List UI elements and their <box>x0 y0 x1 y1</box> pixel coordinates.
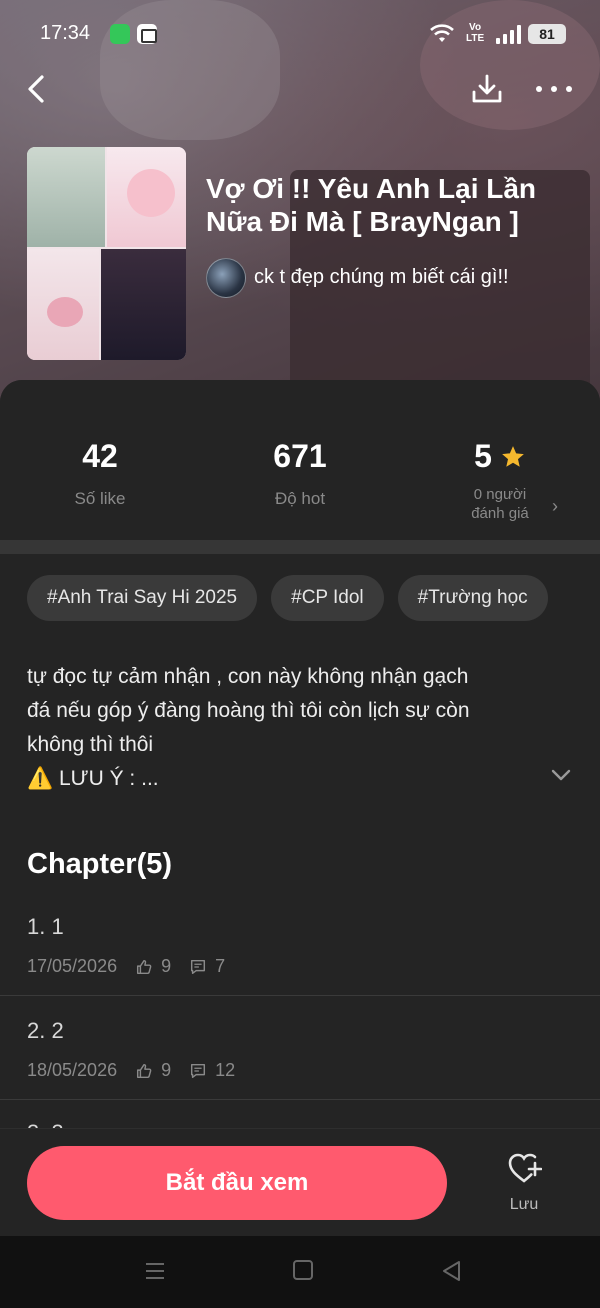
story-cover-image <box>27 147 186 360</box>
chapter-meta: 17/05/2026 9 7 <box>27 956 225 977</box>
chevron-down-icon[interactable] <box>548 765 574 785</box>
chapter-title: 2. 2 <box>27 1018 64 1043</box>
chapter-title[interactable]: 3. 3 <box>27 1120 64 1128</box>
stats-section: 42 Số like 671 Độ hot 5 0 người đánh giá… <box>0 380 600 540</box>
chapter-date: 18/05/2026 <box>27 1060 118 1080</box>
description-line: không thì thôi <box>27 733 154 756</box>
chapter-title: 1. 1 <box>27 914 64 939</box>
more-icon[interactable] <box>536 76 572 102</box>
author-name[interactable]: ck t đẹp chúng m biết cái gì!! <box>254 266 509 289</box>
wifi-icon <box>430 24 454 42</box>
story-title: Vợ Ơi !! Yêu Anh Lại Lần Nữa Đi Mà [ Bra… <box>206 173 537 237</box>
download-icon[interactable] <box>470 72 504 106</box>
rating-value: 5 <box>474 438 492 474</box>
section-divider <box>0 540 600 554</box>
thumbs-up-icon <box>135 958 153 976</box>
likes-value: 42 <box>82 438 118 474</box>
chapter-comments: 12 <box>215 1060 236 1080</box>
author-avatar[interactable] <box>206 258 246 298</box>
tag-chip[interactable]: #Anh Trai Say Hi 2025 <box>27 575 258 621</box>
start-reading-button[interactable]: Bắt đầu xem <box>27 1146 447 1220</box>
description-line: đá nếu góp ý đàng hoàng thì tôi còn lịch… <box>27 699 470 722</box>
battery-indicator: 81 <box>528 24 566 44</box>
home-icon[interactable] <box>293 1260 313 1280</box>
status-bar: 17:34 Vo LTE 81 <box>0 0 600 68</box>
back-icon[interactable] <box>22 72 52 106</box>
hot-label: Độ hot <box>274 489 326 508</box>
hot-stat: 671 Độ hot <box>200 438 400 509</box>
system-back-icon[interactable] <box>440 1259 462 1283</box>
app-notification-icon <box>110 24 130 44</box>
chapter-row[interactable]: 2. 2 18/05/2026 9 12 <box>0 996 600 1100</box>
likes-label: Số like <box>74 489 126 508</box>
rating-stat[interactable]: 5 0 người đánh giá <box>400 438 600 523</box>
system-navigation-bar <box>0 1236 600 1308</box>
comment-icon <box>189 1062 207 1080</box>
tag-chip[interactable]: #Trường học <box>397 575 548 621</box>
status-time: 17:34 <box>40 22 91 44</box>
signal-icon <box>496 24 521 44</box>
hot-value: 671 <box>273 438 327 474</box>
chapters-heading: Chapter(5) <box>27 848 173 880</box>
chapter-likes: 9 <box>161 1060 172 1080</box>
save-label: Lưu <box>509 1196 539 1213</box>
rating-count-label: 0 người <box>473 486 527 503</box>
tag-chip[interactable]: #CP Idol <box>271 575 384 621</box>
tag-list: #Anh Trai Say Hi 2025 #CP Idol #Trường h… <box>27 575 548 621</box>
description-line: tự đọc tự cảm nhận , con này không nhận … <box>27 665 469 688</box>
recents-icon[interactable] <box>144 1260 166 1282</box>
chapter-date: 17/05/2026 <box>27 956 118 976</box>
bottom-action-bar: Bắt đầu xem Lưu <box>0 1128 600 1236</box>
likes-stat: 42 Số like <box>0 438 200 509</box>
rating-count-label: đánh giá <box>471 505 529 522</box>
chevron-right-icon[interactable]: › <box>552 496 558 517</box>
star-icon <box>502 445 524 467</box>
chapter-row[interactable]: 1. 1 17/05/2026 9 7 <box>0 892 600 996</box>
story-description[interactable]: tự đọc tự cảm nhận , con này không nhận … <box>27 660 527 796</box>
chapter-likes: 9 <box>161 956 172 976</box>
chapter-comments: 7 <box>215 956 226 976</box>
comment-icon <box>189 958 207 976</box>
description-line: ⚠️ LƯU Ý : ... <box>27 767 159 790</box>
volte-indicator: Vo LTE <box>466 22 485 44</box>
thumbs-up-icon <box>135 1062 153 1080</box>
save-button[interactable]: Lưu <box>494 1151 554 1214</box>
heart-plus-icon <box>508 1153 543 1183</box>
app-notification-icon <box>137 24 157 44</box>
chapter-meta: 18/05/2026 9 12 <box>27 1060 235 1081</box>
